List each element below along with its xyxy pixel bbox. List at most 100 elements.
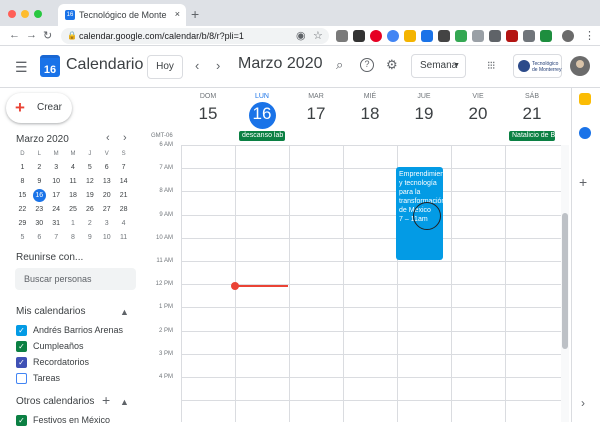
mini-day[interactable]: 28 bbox=[115, 203, 132, 217]
mini-day[interactable]: 2 bbox=[81, 217, 98, 231]
mini-day[interactable]: 11 bbox=[115, 231, 132, 245]
mini-day[interactable]: 4 bbox=[65, 161, 82, 175]
mini-day[interactable]: 21 bbox=[115, 189, 132, 203]
view-selector[interactable]: Semana ▼ bbox=[411, 54, 466, 78]
mini-day[interactable]: 31 bbox=[48, 217, 65, 231]
next-week-icon[interactable]: › bbox=[216, 58, 220, 73]
mini-day[interactable]: 10 bbox=[98, 231, 115, 245]
mini-day[interactable]: 9 bbox=[81, 231, 98, 245]
mini-day[interactable]: 5 bbox=[14, 231, 31, 245]
pinterest-extension-icon[interactable] bbox=[370, 30, 382, 42]
mini-day[interactable]: 10 bbox=[48, 175, 65, 189]
add-addon-icon[interactable]: + bbox=[579, 174, 587, 190]
mini-day[interactable]: 8 bbox=[14, 175, 31, 189]
mini-day[interactable]: 22 bbox=[14, 203, 31, 217]
forward-icon[interactable]: → bbox=[26, 29, 37, 41]
mini-day[interactable]: 1 bbox=[14, 161, 31, 175]
mini-day[interactable]: 12 bbox=[81, 175, 98, 189]
mini-day[interactable]: 2 bbox=[31, 161, 48, 175]
grid-scrollbar-thumb[interactable] bbox=[562, 213, 568, 349]
mini-day[interactable]: 8 bbox=[65, 231, 82, 245]
browser-tab[interactable]: 16 Tecnológico de Monterrey: Calen × bbox=[58, 4, 186, 26]
google-apps-grid-icon[interactable]: ⁝⁝⁝ bbox=[487, 57, 501, 72]
extension-icon[interactable] bbox=[421, 30, 433, 42]
all-day-event[interactable]: descanso lab bbox=[239, 131, 285, 141]
main-menu-icon[interactable]: ☰ bbox=[15, 59, 28, 76]
mini-day[interactable]: 27 bbox=[98, 203, 115, 217]
mini-day[interactable]: 17 bbox=[48, 189, 65, 203]
mini-day[interactable]: 7 bbox=[115, 161, 132, 175]
extension-icon[interactable] bbox=[353, 30, 365, 42]
reload-icon[interactable]: ↻ bbox=[43, 29, 52, 42]
extension-icon[interactable] bbox=[489, 30, 501, 42]
help-icon[interactable]: ? bbox=[360, 58, 374, 72]
mini-day[interactable]: 1 bbox=[65, 217, 82, 231]
tasks-icon[interactable] bbox=[579, 127, 591, 139]
day-number[interactable]: 18 bbox=[343, 104, 397, 124]
mini-day[interactable]: 3 bbox=[48, 161, 65, 175]
expand-panel-icon[interactable]: › bbox=[581, 396, 585, 410]
mini-day[interactable]: 26 bbox=[81, 203, 98, 217]
extension-icon[interactable] bbox=[455, 30, 467, 42]
eye-icon[interactable]: ◉ bbox=[296, 29, 306, 42]
checkbox-checked-icon[interactable]: ✓ bbox=[16, 341, 27, 352]
new-tab-button[interactable]: + bbox=[191, 6, 199, 22]
mini-day[interactable]: 9 bbox=[31, 175, 48, 189]
day-number[interactable]: 21 bbox=[505, 104, 559, 124]
mini-day[interactable]: 18 bbox=[65, 189, 82, 203]
checkbox-unchecked-icon[interactable] bbox=[16, 373, 27, 384]
mini-day[interactable]: 25 bbox=[65, 203, 82, 217]
mini-day[interactable]: 5 bbox=[81, 161, 98, 175]
account-avatar[interactable] bbox=[570, 56, 590, 76]
mini-day[interactable]: 15 bbox=[14, 189, 31, 203]
day-number[interactable]: 17 bbox=[289, 104, 343, 124]
settings-gear-icon[interactable]: ⚙ bbox=[386, 57, 398, 73]
add-calendar-icon[interactable]: + bbox=[102, 392, 110, 408]
today-day-number[interactable]: 16 bbox=[235, 104, 289, 124]
mini-day[interactable]: 4 bbox=[115, 217, 132, 231]
create-event-button[interactable]: + Crear bbox=[6, 93, 72, 123]
previous-week-icon[interactable]: ‹ bbox=[195, 58, 199, 73]
today-button[interactable]: Hoy bbox=[147, 55, 183, 79]
mini-day[interactable]: 13 bbox=[98, 175, 115, 189]
mini-day[interactable]: 6 bbox=[31, 231, 48, 245]
extension-icon[interactable] bbox=[387, 30, 399, 42]
my-calendars-title[interactable]: Mis calendarios bbox=[16, 306, 85, 317]
day-number[interactable]: 20 bbox=[451, 104, 505, 124]
profile-avatar-icon[interactable] bbox=[562, 30, 574, 42]
extension-icon[interactable] bbox=[523, 30, 535, 42]
checkbox-checked-icon[interactable]: ✓ bbox=[16, 325, 27, 336]
mini-calendar-next-icon[interactable]: › bbox=[123, 132, 127, 144]
extension-icon[interactable] bbox=[438, 30, 450, 42]
day-number[interactable]: 19 bbox=[397, 104, 451, 124]
mini-calendar-prev-icon[interactable]: ‹ bbox=[106, 132, 110, 144]
search-people-input[interactable]: Buscar personas bbox=[15, 268, 136, 290]
mini-day[interactable]: 24 bbox=[48, 203, 65, 217]
mini-day-selected[interactable]: 16 bbox=[31, 189, 48, 203]
close-window-icon[interactable] bbox=[8, 10, 16, 18]
search-icon[interactable]: ⌕ bbox=[336, 57, 343, 73]
mini-day[interactable]: 14 bbox=[115, 175, 132, 189]
day-number[interactable]: 15 bbox=[181, 104, 235, 124]
bookmark-star-icon[interactable]: ☆ bbox=[313, 29, 323, 42]
mini-day[interactable]: 23 bbox=[31, 203, 48, 217]
collapse-caret-icon[interactable]: ▲ bbox=[120, 307, 129, 317]
extension-icon[interactable] bbox=[472, 30, 484, 42]
mini-day[interactable]: 20 bbox=[98, 189, 115, 203]
collapse-caret-icon[interactable]: ▲ bbox=[120, 397, 129, 407]
extension-icon[interactable] bbox=[540, 30, 552, 42]
all-day-event[interactable]: Natalicio de B bbox=[509, 131, 555, 141]
mini-day[interactable]: 29 bbox=[14, 217, 31, 231]
extension-icon[interactable] bbox=[506, 30, 518, 42]
other-calendars-title[interactable]: Otros calendarios bbox=[16, 396, 94, 407]
maximize-window-icon[interactable] bbox=[34, 10, 42, 18]
mini-day[interactable]: 11 bbox=[65, 175, 82, 189]
browser-menu-icon[interactable]: ⋮ bbox=[584, 29, 595, 42]
keep-icon[interactable] bbox=[579, 93, 591, 105]
mini-day[interactable]: 19 bbox=[81, 189, 98, 203]
mini-day[interactable]: 6 bbox=[98, 161, 115, 175]
checkbox-checked-icon[interactable]: ✓ bbox=[16, 357, 27, 368]
mini-day[interactable]: 7 bbox=[48, 231, 65, 245]
close-tab-icon[interactable]: × bbox=[175, 9, 180, 19]
minimize-window-icon[interactable] bbox=[21, 10, 29, 18]
